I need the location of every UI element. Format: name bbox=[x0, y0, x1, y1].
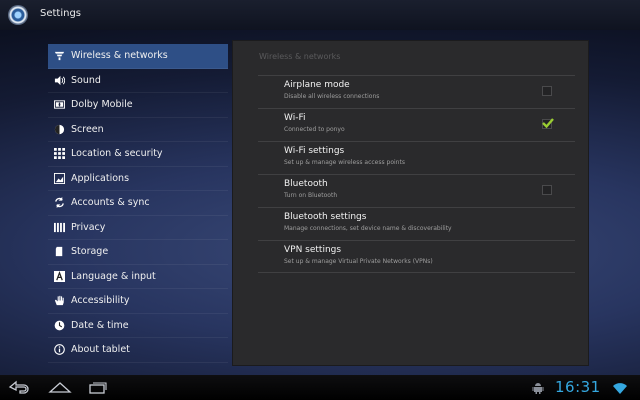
sidebar-item-accounts-sync[interactable]: Accounts & sync bbox=[48, 191, 228, 216]
back-icon[interactable] bbox=[8, 379, 30, 395]
sidebar-item-dolby[interactable]: Dolby Mobile bbox=[48, 93, 228, 118]
sidebar-item-label: Wireless & networks bbox=[71, 50, 168, 62]
language-icon bbox=[53, 270, 65, 282]
row-subtitle: Manage connections, set device name & di… bbox=[284, 225, 452, 232]
sidebar-item-label: Privacy bbox=[71, 221, 106, 233]
home-icon[interactable] bbox=[48, 379, 72, 395]
sidebar-item-label: Storage bbox=[71, 246, 109, 258]
sidebar-item-label: Language & input bbox=[71, 270, 156, 282]
wifi-settings-row[interactable]: Wi-Fi settings Set up & manage wireless … bbox=[258, 142, 575, 174]
sidebar-item-label: Location & security bbox=[71, 148, 163, 160]
storage-icon bbox=[53, 246, 65, 258]
system-bar: 16:31 bbox=[0, 375, 640, 400]
row-title: VPN settings bbox=[284, 245, 342, 255]
checkmark-icon bbox=[542, 118, 554, 129]
row-title: Airplane mode bbox=[284, 80, 350, 90]
bluetooth-row[interactable]: Bluetooth Turn on Bluetooth bbox=[258, 175, 575, 207]
row-subtitle: Turn on Bluetooth bbox=[284, 192, 338, 199]
row-subtitle: Set up & manage Virtual Private Networks… bbox=[284, 258, 433, 265]
dolby-icon bbox=[53, 99, 65, 111]
row-subtitle: Set up & manage wireless access points bbox=[284, 159, 405, 166]
wifi-checkbox[interactable] bbox=[542, 118, 554, 129]
airplane-mode-row[interactable]: Airplane mode Disable all wireless conne… bbox=[258, 76, 575, 108]
location-grid-icon bbox=[53, 148, 65, 160]
brightness-icon bbox=[53, 123, 65, 135]
wifi-signal-icon[interactable] bbox=[612, 380, 628, 396]
sidebar-item-wireless[interactable]: Wireless & networks bbox=[48, 44, 228, 69]
row-title: Bluetooth bbox=[284, 179, 328, 189]
sidebar-item-accessibility[interactable]: Accessibility bbox=[48, 289, 228, 314]
panel-header: Wireless & networks bbox=[259, 52, 341, 61]
sidebar-item-label: Dolby Mobile bbox=[71, 99, 133, 111]
sidebar-item-storage[interactable]: Storage bbox=[48, 240, 228, 265]
clock-icon bbox=[53, 319, 65, 331]
hand-icon bbox=[53, 295, 65, 307]
applications-icon bbox=[53, 172, 65, 184]
divider bbox=[258, 272, 575, 273]
sidebar-item-label: Screen bbox=[71, 123, 104, 135]
sidebar-item-date-time[interactable]: Date & time bbox=[48, 314, 228, 338]
sidebar-item-language-input[interactable]: Language & input bbox=[48, 265, 228, 289]
sidebar-item-label: About tablet bbox=[71, 344, 130, 356]
status-clock[interactable]: 16:31 bbox=[555, 378, 601, 396]
sidebar-item-screen[interactable]: Screen bbox=[48, 118, 228, 142]
settings-sidebar: Wireless & networks Sound Dolby Mobile S… bbox=[48, 44, 228, 363]
sidebar-item-sound[interactable]: Sound bbox=[48, 69, 228, 93]
sidebar-item-label: Date & time bbox=[71, 319, 129, 331]
row-title: Wi-Fi settings bbox=[284, 146, 345, 156]
row-subtitle: Disable all wireless connections bbox=[284, 93, 380, 100]
sidebar-item-label: Sound bbox=[71, 74, 101, 86]
title-bar: Settings bbox=[0, 0, 640, 30]
row-title: Bluetooth settings bbox=[284, 212, 367, 222]
sidebar-item-about-tablet[interactable]: About tablet bbox=[48, 338, 228, 363]
sidebar-item-label: Accessibility bbox=[71, 295, 130, 307]
sidebar-item-label: Applications bbox=[71, 172, 130, 184]
sidebar-item-privacy[interactable]: Privacy bbox=[48, 216, 228, 240]
wireless-icon bbox=[53, 50, 65, 62]
settings-app-icon[interactable] bbox=[8, 5, 28, 25]
android-notification-icon[interactable] bbox=[532, 382, 544, 394]
wireless-networks-panel: Wireless & networks Airplane mode Disabl… bbox=[232, 40, 589, 366]
airplane-mode-checkbox[interactable] bbox=[542, 86, 552, 96]
bluetooth-settings-row[interactable]: Bluetooth settings Manage connections, s… bbox=[258, 208, 575, 240]
row-title: Wi-Fi bbox=[284, 113, 306, 123]
privacy-icon bbox=[53, 221, 65, 233]
recent-apps-icon[interactable] bbox=[88, 379, 108, 395]
sidebar-item-label: Accounts & sync bbox=[71, 197, 150, 209]
sidebar-item-applications[interactable]: Applications bbox=[48, 167, 228, 191]
row-subtitle: Connected to ponyo bbox=[284, 126, 345, 133]
vpn-settings-row[interactable]: VPN settings Set up & manage Virtual Pri… bbox=[258, 241, 575, 273]
sidebar-item-location-security[interactable]: Location & security bbox=[48, 142, 228, 167]
info-icon bbox=[53, 344, 65, 356]
bluetooth-checkbox[interactable] bbox=[542, 185, 552, 195]
speaker-icon bbox=[53, 74, 65, 86]
wifi-row[interactable]: Wi-Fi Connected to ponyo bbox=[258, 109, 575, 141]
sync-icon bbox=[53, 197, 65, 209]
app-title: Settings bbox=[40, 8, 82, 19]
